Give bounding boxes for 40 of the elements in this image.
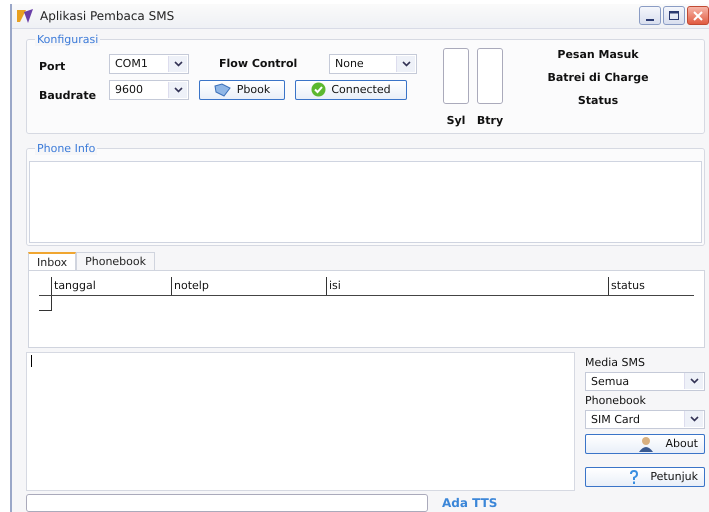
media-sms-combo[interactable]: Semua (585, 372, 705, 391)
maximize-icon (669, 11, 679, 20)
text-cursor-icon (31, 354, 33, 367)
port-label: Port (39, 60, 66, 73)
flow-control-combo[interactable]: None (329, 54, 417, 74)
status-label: Pesan Masuk (557, 48, 639, 61)
help-button[interactable]: Petunjuk (585, 466, 705, 487)
phonebook-combo[interactable]: SIM Card (585, 410, 705, 429)
baudrate-label: Baudrate (39, 88, 98, 102)
tab[interactable]: Phonebook (76, 252, 155, 270)
tab[interactable]: Inbox (28, 252, 76, 270)
check-icon (311, 82, 326, 98)
app-icon (16, 8, 34, 24)
connect-button[interactable]: Connected (295, 80, 407, 100)
port-combo[interactable]: COM1 (109, 54, 189, 74)
pbook-button[interactable]: Pbook (199, 80, 285, 100)
column-header[interactable]: status (608, 277, 693, 296)
person-icon (637, 436, 656, 452)
meter-label: Syl (446, 114, 466, 130)
close-button[interactable] (687, 6, 709, 26)
group-title: Phone Info (35, 142, 98, 156)
help-icon (628, 468, 640, 485)
column-header[interactable]: notelp (171, 277, 326, 296)
window-title: Aplikasi Pembaca SMS (40, 8, 176, 23)
media-sms-label: Media SMS (585, 356, 646, 369)
status-label: Status (578, 94, 618, 107)
about-button[interactable]: About (585, 434, 705, 454)
meter-label: Btry (476, 114, 504, 130)
maximize-button[interactable] (663, 6, 685, 26)
group-title: Konfigurasi (35, 32, 100, 46)
column-header[interactable]: tanggal (51, 277, 171, 296)
phonebook-label: Phonebook (585, 394, 647, 407)
status-label: Batrei di Charge (547, 70, 649, 84)
baudrate-combo[interactable]: 9600 (109, 80, 189, 100)
flow-control-label: Flow Control (219, 57, 298, 70)
minimize-button[interactable] (639, 6, 661, 26)
close-icon (693, 10, 703, 21)
tts-label: Ada TTS (442, 496, 498, 510)
minimize-icon (646, 18, 654, 21)
column-header[interactable]: isi (326, 277, 608, 296)
